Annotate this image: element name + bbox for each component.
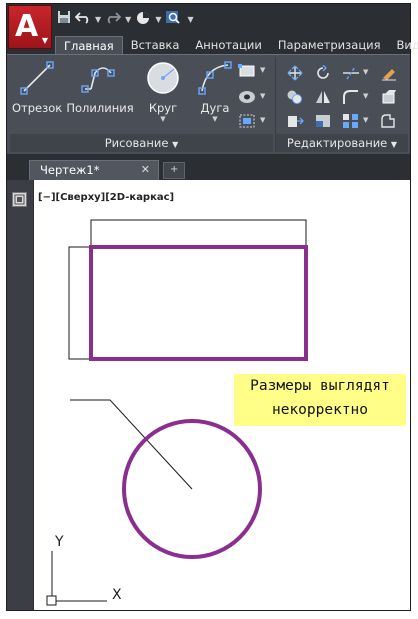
stretch-icon[interactable] xyxy=(286,113,304,129)
chevron-down-icon: ▼ xyxy=(41,36,48,45)
chevron-down-icon[interactable]: ▼ xyxy=(363,68,368,76)
autocad-window: A ▼ ▼ ▼ ▼ ▼ Главная Вставка Аннотации Па… xyxy=(6,3,418,611)
chevron-down-icon[interactable]: ▼ xyxy=(260,66,265,74)
move-icon[interactable] xyxy=(286,65,304,81)
file-tab-bar: Чертеж1* ✕ + xyxy=(7,154,410,180)
chevron-down-icon[interactable]: ▼ xyxy=(138,115,188,123)
polyline-tool-button[interactable]: Полилиния xyxy=(66,59,134,115)
line-tool-label: Отрезок xyxy=(12,101,63,115)
draw-panel-title[interactable]: Рисование ▼ xyxy=(10,134,273,152)
offset-icon[interactable] xyxy=(380,113,398,129)
chevron-down-icon[interactable]: ▼ xyxy=(260,116,265,124)
tab-insert[interactable]: Вставка xyxy=(123,36,188,55)
arc-icon xyxy=(196,59,234,97)
copy-icon[interactable] xyxy=(286,89,304,105)
drawing-tab-label: Чертеж1* xyxy=(40,163,100,177)
ribbon-panel: Отрезок Полилиния Круг ▼ Дуга ▼ ▼ ▼ ▼ Ри… xyxy=(7,54,410,154)
plus-icon: + xyxy=(170,164,179,175)
modify-panel-title[interactable]: Редактирование ▼ xyxy=(276,134,408,152)
tab-parametric[interactable]: Параметризация xyxy=(270,36,389,55)
autocad-logo: A xyxy=(15,9,39,44)
tab-annotate[interactable]: Аннотации xyxy=(187,36,269,55)
fillet-icon[interactable] xyxy=(342,89,360,105)
chevron-down-icon[interactable]: ▼ xyxy=(260,92,265,100)
drawing-tab[interactable]: Чертеж1* ✕ xyxy=(29,160,159,180)
arc-tool-button[interactable]: Дуга ▼ xyxy=(190,59,240,123)
hatch-icon[interactable] xyxy=(238,89,256,105)
ucs-origin-icon[interactable] xyxy=(46,595,57,606)
horizontal-dimension-line[interactable] xyxy=(90,219,307,247)
viewport-controls-icon[interactable] xyxy=(12,192,27,207)
polyline-icon xyxy=(81,59,119,97)
mirror-icon[interactable] xyxy=(314,89,332,105)
warning-note: Размеры выглядят некорректно xyxy=(234,374,406,426)
array-icon[interactable] xyxy=(342,113,360,129)
radius-leader-line[interactable] xyxy=(70,399,193,490)
modify-panel: ▼ ▼ ▼ Редактирование ▼ xyxy=(275,57,408,152)
vertical-dimension-line[interactable] xyxy=(68,246,91,360)
circle-icon xyxy=(144,59,182,97)
trim-icon[interactable] xyxy=(342,65,360,81)
search-icon[interactable] xyxy=(165,10,183,30)
tab-home[interactable]: Главная xyxy=(55,36,123,55)
circle-tool-label: Круг xyxy=(148,101,178,115)
polyline-tool-label: Полилиния xyxy=(66,101,134,115)
chevron-down-icon[interactable]: ▼ xyxy=(363,92,368,100)
chevron-down-icon[interactable]: ▼ xyxy=(363,116,368,124)
circle-tool-button[interactable]: Круг ▼ xyxy=(138,59,188,123)
arc-tool-label: Дуга xyxy=(200,101,230,115)
close-icon[interactable]: ✕ xyxy=(141,163,150,176)
chevron-down-icon[interactable]: ▼ xyxy=(190,115,240,123)
highlighted-rectangle[interactable] xyxy=(89,245,308,361)
erase-icon[interactable] xyxy=(380,65,398,81)
quick-access-toolbar: ▼ ▼ ▼ ▼ xyxy=(57,9,194,31)
note-line-2: некорректно xyxy=(271,402,369,418)
viewport-side-strip xyxy=(7,180,33,610)
redo-icon[interactable] xyxy=(105,10,122,30)
explode-icon[interactable] xyxy=(380,89,398,105)
application-menu-button[interactable]: A ▼ xyxy=(8,5,52,49)
line-tool-button[interactable]: Отрезок xyxy=(12,59,62,115)
scale-icon[interactable] xyxy=(314,113,332,129)
ucs-y-label: Y xyxy=(55,534,64,550)
note-line-1: Размеры выглядят xyxy=(250,378,390,394)
workspace-dropdown-icon[interactable]: ▼ xyxy=(155,10,161,30)
ribbon-tabs: Главная Вставка Аннотации Параметризация… xyxy=(55,36,418,55)
rectangle-icon[interactable] xyxy=(238,63,256,79)
workspace-icon[interactable] xyxy=(135,10,151,30)
drawing-canvas[interactable]: [−][Сверху][2D-каркас] Размеры выглядят … xyxy=(34,180,410,610)
redo-dropdown-icon[interactable]: ▼ xyxy=(125,10,131,30)
undo-icon[interactable] xyxy=(75,10,91,30)
undo-dropdown-icon[interactable]: ▼ xyxy=(95,10,101,30)
save-icon[interactable] xyxy=(57,10,71,30)
chevron-down-icon: ▼ xyxy=(390,140,398,149)
ucs-x-label: X xyxy=(112,587,122,603)
tab-view[interactable]: Вид xyxy=(389,36,418,55)
search-dropdown-icon[interactable]: ▼ xyxy=(187,10,193,30)
region-icon[interactable] xyxy=(238,113,256,129)
line-icon xyxy=(18,59,56,97)
rotate-icon[interactable] xyxy=(314,65,332,81)
new-drawing-tab-button[interactable]: + xyxy=(163,162,185,179)
draw-panel: Отрезок Полилиния Круг ▼ Дуга ▼ ▼ ▼ ▼ Ри… xyxy=(10,57,273,152)
chevron-down-icon: ▼ xyxy=(172,140,179,149)
